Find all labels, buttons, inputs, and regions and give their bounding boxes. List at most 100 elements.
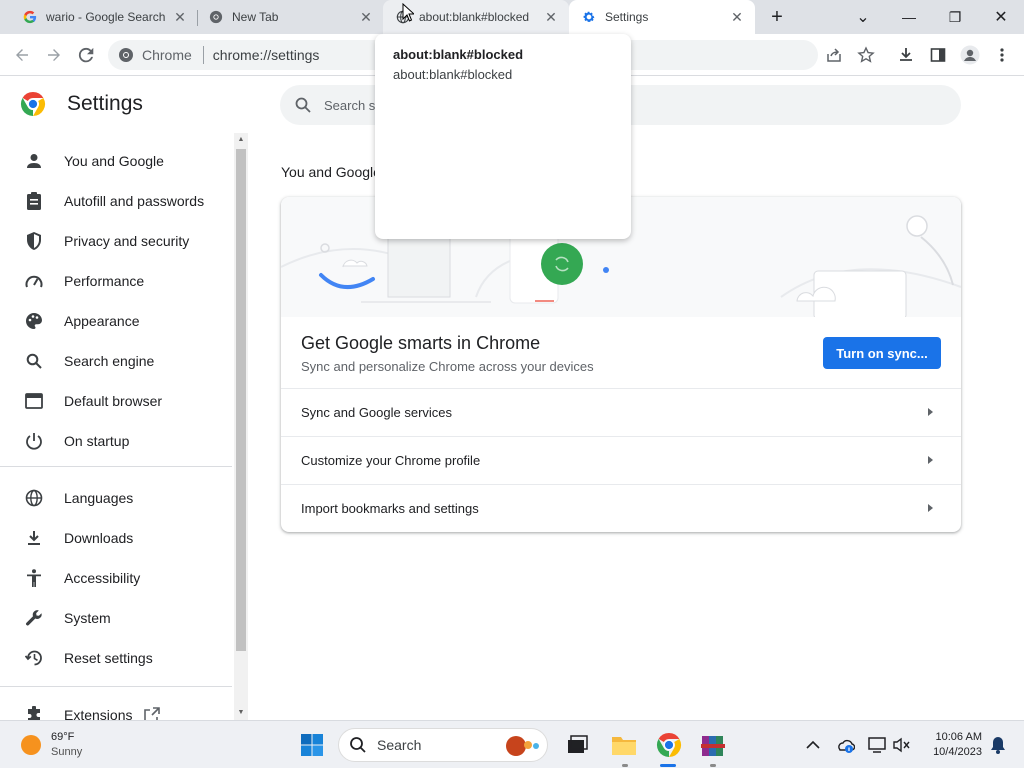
wrench-icon <box>24 608 44 628</box>
running-indicator <box>622 764 628 767</box>
tab-settings[interactable]: Settings ✕ <box>569 0 755 34</box>
clock-time: 10:06 AM <box>935 731 982 743</box>
taskbar-search-box[interactable]: Search <box>338 728 548 762</box>
sidebar-item-reset[interactable]: Reset settings <box>0 638 232 678</box>
sidebar-item-label: Appearance <box>64 313 140 329</box>
reload-icon <box>78 47 94 63</box>
palette-icon <box>24 311 44 331</box>
tab-strip: wario - Google Search ✕ New Tab ✕ about:… <box>0 0 1024 34</box>
sidebar-item-label: Privacy and security <box>64 233 190 249</box>
download-icon <box>900 48 912 61</box>
maximize-button[interactable]: ❐ <box>932 0 978 34</box>
url-text[interactable]: chrome://settings <box>213 47 320 63</box>
windows-taskbar: 69°F Sunny Search 10:06 AM 10/4/2023 <box>0 720 1024 768</box>
sidebar-item-search-engine[interactable]: Search engine <box>0 341 232 381</box>
winrar-taskbar-button[interactable] <box>697 729 729 761</box>
sidebar-item-performance[interactable]: Performance <box>0 261 232 301</box>
sidebar-item-extensions[interactable]: Extensions <box>0 695 232 720</box>
tab-new-tab[interactable]: New Tab ✕ <box>186 0 384 34</box>
bell-icon <box>991 737 1005 754</box>
weather-condition: Sunny <box>51 746 83 758</box>
chrome-taskbar-button[interactable] <box>653 729 685 761</box>
power-icon <box>24 431 44 451</box>
google-g-icon <box>22 9 38 25</box>
task-view-button[interactable] <box>562 729 594 761</box>
sidebar-item-label: Default browser <box>64 393 163 409</box>
weather-widget[interactable]: 69°F Sunny <box>20 730 82 760</box>
chrome-logo-icon <box>20 91 46 117</box>
row-label: Import bookmarks and settings <box>301 501 479 516</box>
row-import-bookmarks[interactable]: Import bookmarks and settings <box>281 484 961 532</box>
globe-icon <box>24 488 44 508</box>
active-indicator <box>660 764 676 767</box>
reset-icon <box>24 648 44 668</box>
chevron-right-icon <box>928 456 933 464</box>
chrome-menu-button[interactable] <box>989 42 1015 68</box>
bookmark-button[interactable] <box>853 42 879 68</box>
back-button[interactable] <box>9 42 35 68</box>
scroll-down-arrow[interactable]: ▼ <box>234 706 248 720</box>
show-hidden-icons-button[interactable] <box>797 729 829 761</box>
onedrive-button[interactable] <box>829 729 861 761</box>
sync-subtext: Sync and personalize Chrome across your … <box>301 359 594 374</box>
notifications-button[interactable] <box>982 729 1014 761</box>
omnibox-divider <box>202 46 204 64</box>
turn-on-sync-button[interactable]: Turn on sync... <box>823 337 941 369</box>
scrollbar-thumb[interactable] <box>236 149 246 651</box>
profile-button[interactable] <box>957 42 983 68</box>
chevron-right-icon <box>928 504 933 512</box>
winrar-icon <box>701 736 725 756</box>
row-label: Sync and Google services <box>301 405 453 420</box>
sidebar-item-appearance[interactable]: Appearance <box>0 301 232 341</box>
tab-close-icon[interactable]: ✕ <box>543 9 559 25</box>
row-customize-profile[interactable]: Customize your Chrome profile <box>281 436 961 484</box>
scroll-up-arrow[interactable]: ▲ <box>234 133 248 147</box>
kebab-menu-icon <box>1000 48 1004 62</box>
sidebar-item-privacy[interactable]: Privacy and security <box>0 221 232 261</box>
sidebar-item-you-and-google[interactable]: You and Google <box>0 141 232 181</box>
new-tab-button[interactable]: + <box>754 0 800 34</box>
sidebar-item-default-browser[interactable]: Default browser <box>0 381 232 421</box>
tab-close-icon[interactable]: ✕ <box>358 9 374 25</box>
sidebar-item-downloads[interactable]: Downloads <box>0 518 232 558</box>
sidebar-item-autofill[interactable]: Autofill and passwords <box>0 181 232 221</box>
sidebar-item-languages[interactable]: Languages <box>0 478 232 518</box>
sidebar-item-label: Extensions <box>64 707 133 720</box>
close-window-button[interactable]: ✕ <box>978 0 1024 34</box>
weather-temp: 69°F <box>51 731 75 743</box>
chevron-up-icon <box>806 740 820 749</box>
sidebar-divider <box>0 466 232 467</box>
sidebar-scrollbar[interactable]: ▲ ▼ <box>234 133 248 720</box>
reload-button[interactable] <box>73 42 99 68</box>
open-external-icon <box>144 707 161 720</box>
folder-icon <box>612 737 636 755</box>
taskbar-clock[interactable]: 10:06 AM 10/4/2023 <box>918 730 982 760</box>
tab-hover-card: about:blank#blocked about:blank#blocked <box>375 34 631 239</box>
sync-heading: Get Google smarts in Chrome <box>301 333 541 353</box>
sidebar-item-system[interactable]: System <box>0 598 232 638</box>
site-chip[interactable]: Chrome <box>118 47 192 63</box>
site-chip-label: Chrome <box>142 47 192 63</box>
downloads-button[interactable] <box>893 42 919 68</box>
chrome-icon <box>119 48 133 62</box>
share-button[interactable] <box>821 42 847 68</box>
search-icon <box>350 737 366 753</box>
tab-title: about:blank#blocked <box>419 10 530 24</box>
chevron-right-icon <box>928 408 933 416</box>
sidebar-item-accessibility[interactable]: Accessibility <box>0 558 232 598</box>
sidebar-item-label: System <box>64 610 111 626</box>
start-button[interactable] <box>296 729 328 761</box>
side-panel-button[interactable] <box>925 42 951 68</box>
tab-close-icon[interactable]: ✕ <box>729 9 745 25</box>
mouse-cursor-icon <box>402 3 414 22</box>
row-sync-google-services[interactable]: Sync and Google services <box>281 388 961 436</box>
tab-google-search[interactable]: wario - Google Search ✕ <box>0 0 198 34</box>
minimize-button[interactable]: — <box>886 0 932 34</box>
star-icon <box>857 46 875 63</box>
sidebar-item-on-startup[interactable]: On startup <box>0 421 232 461</box>
forward-button[interactable] <box>41 42 67 68</box>
chrome-icon <box>656 732 682 758</box>
volume-button[interactable] <box>886 729 918 761</box>
file-explorer-button[interactable] <box>608 729 640 761</box>
tab-search-button[interactable]: ⌄ <box>840 0 886 34</box>
